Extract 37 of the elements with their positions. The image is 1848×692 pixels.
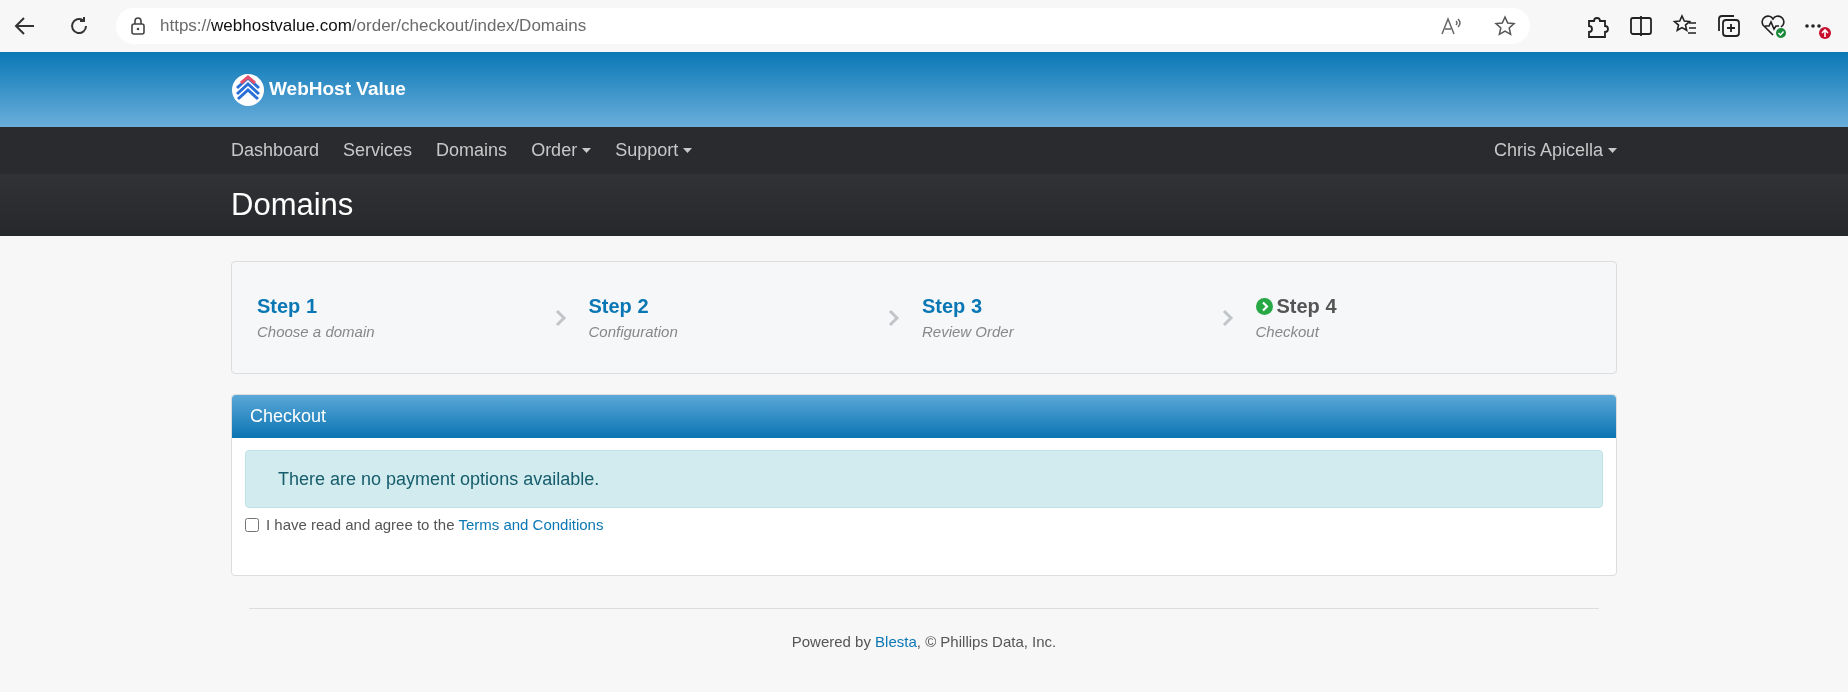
- step-title[interactable]: Step 2: [588, 291, 678, 322]
- footer-text: Powered by Blesta, © Phillips Data, Inc.: [791, 633, 1057, 650]
- nav-dropdown[interactable]: Order: [519, 137, 604, 164]
- terms-checkbox[interactable]: [245, 518, 259, 533]
- page-title: Domains: [231, 186, 354, 224]
- user-menu[interactable]: Chris Apicella: [1493, 140, 1617, 160]
- step-subtitle: Checkout: [1255, 322, 1321, 343]
- step-subtitle: Choose a domain: [257, 322, 375, 343]
- terms-link[interactable]: Terms and Conditions: [458, 516, 604, 533]
- info-alert: There are no payment options available.: [245, 450, 1603, 508]
- chevron-circle-icon: [1255, 297, 1273, 315]
- chevron-icon: [1221, 308, 1234, 327]
- caret-icon[interactable]: [1608, 148, 1617, 155]
- step-title: Step 4: [1255, 291, 1337, 322]
- reload-icon[interactable]: [68, 15, 90, 37]
- step-title[interactable]: Step 3: [922, 291, 1014, 322]
- nav-dropdown[interactable]: Support: [603, 137, 705, 164]
- star-icon[interactable]: [1494, 15, 1516, 37]
- address-bar[interactable]: https://webhostvalue.com/order/checkout/index/Domains: [116, 8, 1530, 44]
- caret-icon[interactable]: [683, 148, 693, 155]
- url-text: https://webhostvalue.com/order/checkout/index/Domains: [160, 15, 587, 38]
- caret-icon[interactable]: [582, 148, 592, 155]
- chevron-icon: [888, 308, 900, 327]
- back-icon[interactable]: [14, 16, 36, 36]
- step-subtitle: Review Order: [922, 322, 1014, 343]
- chevron-icon: [554, 308, 567, 327]
- logo-icon: [231, 72, 265, 107]
- read-aloud-icon[interactable]: [1440, 16, 1462, 36]
- terms-label: I have read and agree to the Terms and Conditions: [266, 515, 604, 535]
- lock-icon[interactable]: [130, 16, 146, 36]
- nav-link[interactable]: Services: [331, 137, 425, 164]
- step-title[interactable]: Step 1: [257, 291, 375, 322]
- nav-link[interactable]: Domains: [424, 137, 520, 164]
- nav-link[interactable]: Dashboard: [231, 137, 332, 164]
- step-subtitle: Configuration: [588, 322, 678, 343]
- card-header: Checkout: [232, 395, 1616, 438]
- blesta-link[interactable]: Blesta: [875, 633, 917, 650]
